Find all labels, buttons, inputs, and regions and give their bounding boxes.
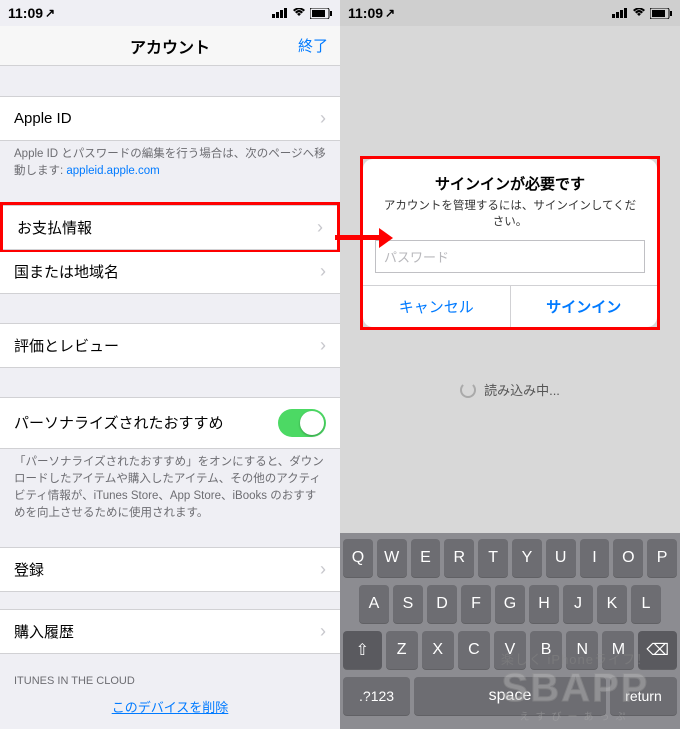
cell-label: 登録	[14, 559, 44, 580]
key[interactable]: R	[444, 539, 474, 577]
status-icons	[272, 8, 332, 19]
key[interactable]: O	[613, 539, 643, 577]
keyboard-row-3: ⇧ Z X C V B N M ⌫	[343, 631, 677, 669]
key[interactable]: Z	[386, 631, 418, 669]
highlight-payment: お支払情報 ›	[0, 202, 340, 252]
cell-label: Apple ID	[14, 110, 72, 127]
chevron-icon: ›	[320, 261, 326, 282]
key[interactable]: S	[393, 585, 423, 623]
keyboard-row-1: Q W E R T Y U I O P	[343, 539, 677, 577]
cell-reviews[interactable]: 評価とレビュー ›	[0, 323, 340, 368]
chevron-icon: ›	[320, 559, 326, 580]
cell-payment[interactable]: お支払情報 ›	[3, 205, 337, 250]
personalized-footer: 「パーソナライズされたおすすめ」をオンにすると、ダウンロードしたアイテムや購入し…	[0, 448, 340, 529]
key[interactable]: D	[427, 585, 457, 623]
key[interactable]: J	[563, 585, 593, 623]
space-key[interactable]: space	[414, 677, 606, 715]
chevron-icon: ›	[320, 621, 326, 642]
right-screenshot: 11:09 ↗ サインインが必要です アカウントを管理するには、サインインしてく…	[340, 0, 680, 729]
key[interactable]: M	[602, 631, 634, 669]
delete-device-link[interactable]: このデバイスを削除	[0, 691, 340, 722]
status-time: 11:09	[8, 5, 43, 21]
cell-purchase-history[interactable]: 購入履歴 ›	[0, 609, 340, 654]
key[interactable]: A	[359, 585, 389, 623]
location-icon: ↗	[385, 6, 395, 20]
cell-label: お支払情報	[17, 217, 92, 238]
key[interactable]: Q	[343, 539, 373, 577]
chevron-icon: ›	[320, 108, 326, 129]
status-icons	[612, 8, 672, 19]
key[interactable]: G	[495, 585, 525, 623]
cell-register[interactable]: 登録 ›	[0, 547, 340, 592]
dialog-title: サインインが必要です	[363, 159, 657, 198]
cell-apple-id[interactable]: Apple ID ›	[0, 96, 340, 141]
signin-button[interactable]: サインイン	[510, 286, 658, 327]
status-bar: 11:09 ↗	[340, 0, 680, 26]
key[interactable]: Y	[512, 539, 542, 577]
shift-key[interactable]: ⇧	[343, 631, 382, 669]
loading-indicator: 読み込み中...	[340, 380, 680, 399]
cell-label: 評価とレビュー	[14, 335, 119, 356]
mode-key[interactable]: .?123	[343, 677, 410, 715]
signin-dialog: サインインが必要です アカウントを管理するには、サインインしてください。 パスワ…	[363, 159, 657, 327]
status-time: 11:09	[348, 5, 383, 21]
keyboard-row-2: A S D F G H J K L	[343, 585, 677, 623]
cell-country[interactable]: 国または地域名 ›	[0, 249, 340, 294]
cell-label: パーソナライズされたおすすめ	[14, 412, 224, 433]
key[interactable]: U	[546, 539, 576, 577]
return-key[interactable]: return	[610, 677, 677, 715]
cancel-button[interactable]: キャンセル	[363, 286, 510, 327]
key[interactable]: C	[458, 631, 490, 669]
cell-label: 購入履歴	[14, 621, 74, 642]
cell-personalized: パーソナライズされたおすすめ	[0, 397, 340, 449]
delete-key[interactable]: ⌫	[638, 631, 677, 669]
nav-bar: アカウント 終了	[0, 26, 340, 66]
done-button[interactable]: 終了	[298, 35, 328, 56]
key[interactable]: F	[461, 585, 491, 623]
apple-id-footer: Apple ID とパスワードの編集を行う場合は、次のページへ移動します: ap…	[0, 140, 340, 187]
chevron-icon: ›	[317, 217, 323, 238]
chevron-icon: ›	[320, 335, 326, 356]
key[interactable]: K	[597, 585, 627, 623]
dialog-message: アカウントを管理するには、サインインしてください。	[363, 198, 657, 240]
status-bar: 11:09 ↗	[0, 0, 340, 26]
key[interactable]: N	[566, 631, 598, 669]
password-input[interactable]: パスワード	[375, 240, 645, 273]
highlight-dialog: サインインが必要です アカウントを管理するには、サインインしてください。 パスワ…	[360, 156, 660, 330]
key[interactable]: H	[529, 585, 559, 623]
key[interactable]: W	[377, 539, 407, 577]
key[interactable]: E	[411, 539, 441, 577]
spinner-icon	[460, 382, 476, 398]
left-screenshot: 11:09 ↗ アカウント 終了 Apple ID › Apple ID とパス…	[0, 0, 340, 729]
cell-label: 国または地域名	[14, 261, 119, 282]
key[interactable]: P	[647, 539, 677, 577]
personalized-toggle[interactable]	[278, 409, 326, 437]
section-header-itunes: iTUNES IN THE CLOUD	[0, 671, 340, 691]
annotation-arrow	[335, 235, 383, 240]
key[interactable]: B	[530, 631, 562, 669]
key[interactable]: V	[494, 631, 526, 669]
location-icon: ↗	[45, 6, 55, 20]
key[interactable]: L	[631, 585, 661, 623]
keyboard-row-4: .?123 space return	[343, 677, 677, 715]
key[interactable]: I	[580, 539, 610, 577]
page-title: アカウント	[130, 34, 210, 58]
keyboard: Q W E R T Y U I O P A S D F G H J K L	[340, 533, 680, 729]
key[interactable]: T	[478, 539, 508, 577]
apple-id-link[interactable]: appleid.apple.com	[66, 165, 159, 177]
key[interactable]: X	[422, 631, 454, 669]
